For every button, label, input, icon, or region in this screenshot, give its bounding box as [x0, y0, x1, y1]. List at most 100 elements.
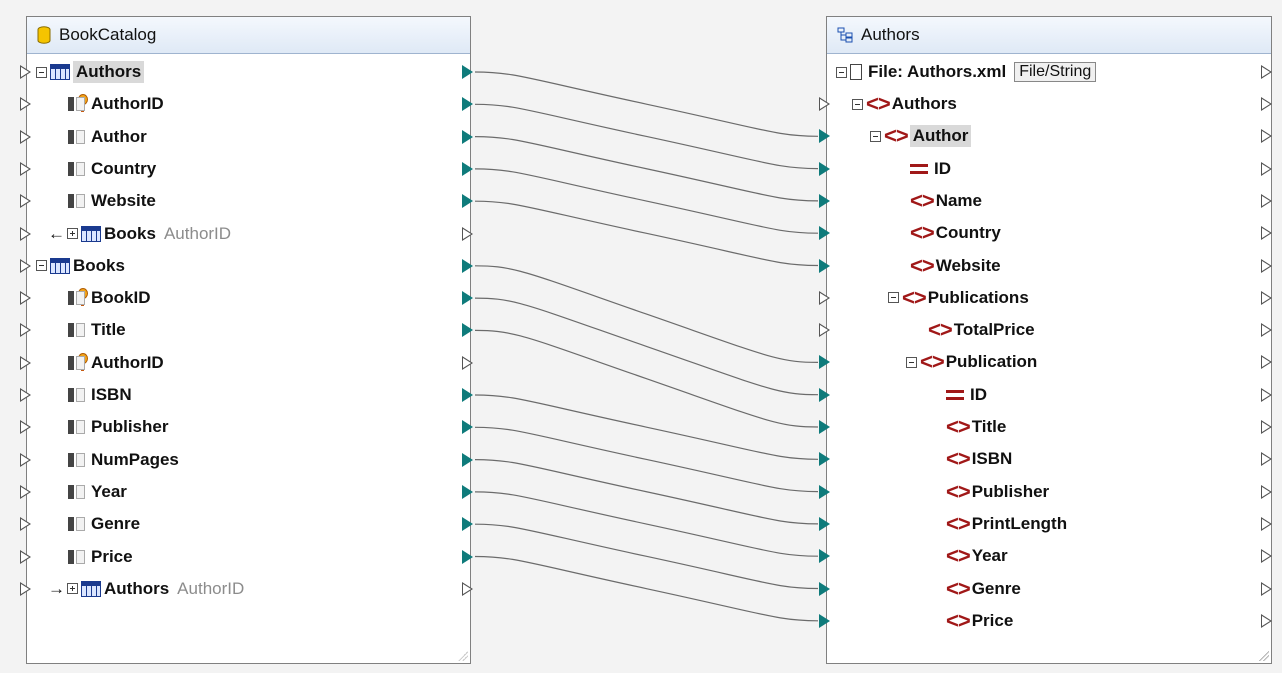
input-connector[interactable]: [20, 161, 31, 176]
input-connector[interactable]: [20, 581, 31, 596]
output-connector[interactable]: [1261, 355, 1272, 370]
output-connector[interactable]: [1261, 97, 1272, 111]
collapse-icon[interactable]: [852, 98, 863, 110]
input-connector[interactable]: [819, 484, 830, 499]
input-connector[interactable]: [819, 516, 830, 531]
source-row-year[interactable]: Year: [66, 478, 127, 506]
input-connector[interactable]: [20, 65, 31, 79]
source-row-isbn[interactable]: ISBN: [66, 381, 132, 409]
source-row-price[interactable]: Price: [66, 543, 133, 571]
input-connector[interactable]: [20, 97, 31, 112]
output-connector[interactable]: [1261, 323, 1272, 338]
source-row-bookid[interactable]: BookID: [66, 284, 151, 312]
input-connector[interactable]: [819, 581, 830, 596]
source-row-author[interactable]: Author: [66, 123, 147, 151]
source-row-authors[interactable]: → Authors AuthorID: [48, 575, 244, 603]
source-row-genre[interactable]: Genre: [66, 510, 140, 538]
mapping-connection[interactable]: [474, 394, 819, 460]
target-row-id[interactable]: ID: [946, 381, 987, 409]
input-connector[interactable]: [819, 355, 830, 370]
input-connector[interactable]: [20, 452, 31, 467]
target-row-totalprice[interactable]: <> TotalPrice: [928, 316, 1035, 344]
source-row-authorid[interactable]: AuthorID: [66, 349, 164, 377]
target-row-name[interactable]: <> Name: [910, 187, 982, 215]
collapse-icon[interactable]: [888, 292, 899, 304]
output-connector[interactable]: [462, 194, 473, 209]
output-connector[interactable]: [1261, 290, 1272, 305]
output-connector[interactable]: [462, 549, 473, 564]
target-row-year[interactable]: <> Year: [946, 542, 1008, 570]
output-connector[interactable]: [462, 517, 473, 532]
output-connector[interactable]: [462, 258, 473, 273]
output-connector[interactable]: [1261, 65, 1272, 79]
input-connector[interactable]: [819, 613, 830, 628]
output-connector[interactable]: [1261, 420, 1272, 434]
collapse-icon[interactable]: [836, 66, 847, 78]
output-connector[interactable]: [462, 388, 473, 402]
mapping-connection[interactable]: [474, 491, 819, 557]
mapping-connection[interactable]: [474, 103, 819, 170]
input-connector[interactable]: [819, 226, 830, 241]
source-component-header[interactable]: BookCatalog: [27, 17, 470, 54]
target-row-country[interactable]: <> Country: [910, 219, 1001, 247]
resize-grip[interactable]: [458, 651, 468, 661]
source-row-country[interactable]: Country: [66, 155, 156, 183]
input-connector[interactable]: [819, 290, 830, 305]
mapping-connection[interactable]: [474, 168, 819, 234]
input-connector[interactable]: [819, 549, 830, 564]
source-row-authors[interactable]: Authors: [36, 58, 145, 86]
input-connector[interactable]: [20, 129, 31, 144]
target-row-printlength[interactable]: <> PrintLength: [946, 510, 1067, 538]
input-connector[interactable]: [20, 291, 31, 306]
source-row-numpages[interactable]: NumPages: [66, 446, 179, 474]
resize-grip[interactable]: [1259, 651, 1269, 661]
input-connector[interactable]: [819, 161, 830, 176]
output-connector[interactable]: [1261, 387, 1272, 402]
input-connector[interactable]: [20, 549, 31, 564]
target-component-header[interactable]: Authors: [827, 17, 1271, 54]
input-connector[interactable]: [20, 388, 31, 402]
input-connector[interactable]: [20, 323, 31, 338]
input-connector[interactable]: [819, 323, 830, 338]
output-connector[interactable]: [1261, 549, 1272, 564]
target-row-genre[interactable]: <> Genre: [946, 575, 1021, 603]
mapping-connection[interactable]: [474, 71, 819, 137]
collapse-icon[interactable]: [36, 260, 47, 272]
source-row-website[interactable]: Website: [66, 187, 156, 215]
source-row-books[interactable]: Books: [36, 252, 125, 280]
expand-icon[interactable]: [67, 228, 78, 239]
mapping-connection[interactable]: [474, 523, 819, 590]
input-connector[interactable]: [20, 517, 31, 532]
output-connector[interactable]: [462, 129, 473, 144]
input-connector[interactable]: [20, 226, 31, 241]
source-row-publisher[interactable]: Publisher: [66, 413, 168, 441]
file-string-button[interactable]: File/String: [1014, 62, 1097, 82]
mapping-connection[interactable]: [474, 297, 819, 396]
input-connector[interactable]: [20, 194, 31, 209]
output-connector[interactable]: [1261, 516, 1272, 531]
target-row-publications[interactable]: <> Publications: [888, 284, 1029, 312]
input-connector[interactable]: [20, 355, 31, 370]
input-connector[interactable]: [819, 97, 830, 111]
input-connector[interactable]: [819, 387, 830, 402]
target-row-publisher[interactable]: <> Publisher: [946, 478, 1049, 506]
source-row-books[interactable]: ← Books AuthorID: [48, 220, 231, 248]
input-connector[interactable]: [20, 484, 31, 499]
collapse-icon[interactable]: [36, 66, 47, 78]
mapping-connection[interactable]: [474, 265, 819, 363]
output-connector[interactable]: [1261, 129, 1272, 144]
mapping-connection[interactable]: [474, 459, 819, 525]
input-connector[interactable]: [819, 193, 830, 208]
output-connector[interactable]: [462, 452, 473, 467]
output-connector[interactable]: [462, 581, 473, 596]
target-row-website[interactable]: <> Website: [910, 252, 1001, 280]
output-connector[interactable]: [1261, 452, 1272, 467]
source-row-title[interactable]: Title: [66, 316, 126, 344]
target-row-title[interactable]: <> Title: [946, 413, 1006, 441]
input-connector[interactable]: [819, 420, 830, 434]
collapse-icon[interactable]: [906, 356, 917, 368]
output-connector[interactable]: [1261, 226, 1272, 241]
output-connector[interactable]: [462, 65, 473, 79]
target-row-price[interactable]: <> Price: [946, 607, 1013, 635]
collapse-icon[interactable]: [870, 130, 881, 142]
